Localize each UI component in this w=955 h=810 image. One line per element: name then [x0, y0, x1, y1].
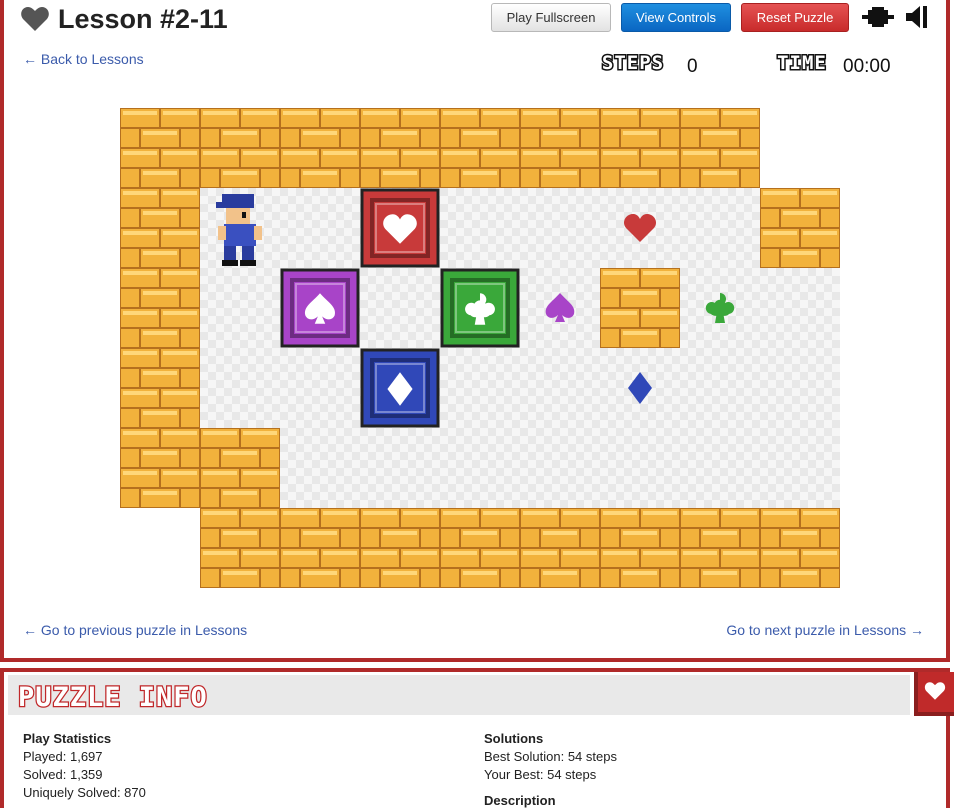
- wall-tile: [120, 108, 200, 188]
- wall-tile: [600, 508, 680, 588]
- solutions-heading: Solutions: [484, 731, 544, 746]
- spade-box[interactable]: [280, 268, 360, 348]
- play-statistics-heading: Play Statistics: [23, 731, 112, 746]
- floor-tile: [680, 188, 760, 268]
- floor-tile: [680, 428, 760, 508]
- puzzle-info-header: PUZZLE INFO: [8, 675, 910, 715]
- floor-tile: [520, 188, 600, 268]
- floor-tile: [680, 348, 760, 428]
- floor-tile: [600, 428, 680, 508]
- floor-tile: [760, 428, 840, 508]
- wall-tile: [520, 108, 600, 188]
- svg-text:STEPS: STEPS: [602, 52, 664, 74]
- wall-tile: [760, 188, 840, 268]
- floor-tile: [760, 348, 840, 428]
- wall-tile: [200, 508, 280, 588]
- floor-tile: [440, 188, 520, 268]
- heart-box[interactable]: [360, 188, 440, 268]
- uniquely-solved-count: Uniquely Solved: 870: [23, 785, 146, 800]
- wall-tile: [200, 108, 280, 188]
- puzzle-board[interactable]: [120, 108, 840, 588]
- view-controls-button[interactable]: View Controls: [621, 3, 731, 32]
- floor-tile: [440, 348, 520, 428]
- wall-tile: [280, 508, 360, 588]
- wall-tile: [680, 108, 760, 188]
- wall-tile: [440, 108, 520, 188]
- music-toggle-icon[interactable]: [860, 6, 896, 28]
- steps-value: 0: [687, 56, 698, 77]
- played-count: Played: 1,697: [23, 749, 103, 764]
- time-label: TIME: [776, 52, 828, 74]
- best-solution: Best Solution: 54 steps: [484, 749, 617, 764]
- club-box[interactable]: [440, 268, 520, 348]
- wall-tile: [120, 268, 200, 348]
- floor-tile: [760, 268, 840, 348]
- wall-tile: [360, 508, 440, 588]
- wall-tile: [760, 508, 840, 588]
- reset-puzzle-button[interactable]: Reset Puzzle: [741, 3, 849, 32]
- floor-tile: [280, 188, 360, 268]
- sound-toggle-icon[interactable]: [904, 4, 930, 30]
- page-title: Lesson #2-11: [58, 3, 228, 34]
- your-best: Your Best: 54 steps: [484, 767, 597, 782]
- diamond-box[interactable]: [360, 348, 440, 428]
- wall-tile: [360, 108, 440, 188]
- title-row: Lesson #2-11: [20, 2, 228, 36]
- wall-tile: [120, 348, 200, 428]
- wall-tile: [520, 508, 600, 588]
- svg-text:TIME: TIME: [777, 52, 827, 74]
- wall-tile: [440, 508, 520, 588]
- time-value: 00:00: [843, 56, 891, 77]
- puzzle-info-panel: PUZZLE INFO Play Statistics Played: 1,69…: [0, 668, 954, 810]
- floor-tile: [280, 348, 360, 428]
- back-to-lessons-link[interactable]: ← Back to Lessons: [23, 51, 144, 67]
- wall-tile: [600, 268, 680, 348]
- play-statistics: Play Statistics Played: 1,697 Solved: 1,…: [23, 730, 146, 802]
- favorite-heart-icon[interactable]: [20, 6, 50, 32]
- heart-icon: [924, 682, 946, 700]
- wall-tile: [120, 188, 200, 268]
- floor-tile: [440, 428, 520, 508]
- floor-tile: [360, 268, 440, 348]
- next-puzzle-link[interactable]: Go to next puzzle in Lessons →: [726, 622, 924, 638]
- wall-tile: [680, 508, 760, 588]
- previous-puzzle-link[interactable]: ← Go to previous puzzle in Lessons: [23, 622, 247, 638]
- floor-tile: [200, 268, 280, 348]
- play-fullscreen-button[interactable]: Play Fullscreen: [491, 3, 611, 32]
- floor-tile: [280, 428, 360, 508]
- steps-label: STEPS: [600, 52, 664, 74]
- wall-tile: [200, 428, 280, 508]
- description-heading: Description: [484, 793, 556, 808]
- wall-tile: [280, 108, 360, 188]
- wall-tile: [120, 428, 200, 508]
- floor-tile: [360, 428, 440, 508]
- svg-text:PUZZLE INFO: PUZZLE INFO: [18, 682, 208, 711]
- floor-tile: [520, 348, 600, 428]
- game-frame: Lesson #2-11 Play Fullscreen View Contro…: [0, 0, 950, 662]
- wall-tile: [600, 108, 680, 188]
- favorite-button[interactable]: [914, 672, 954, 716]
- solutions: Solutions Best Solution: 54 steps Your B…: [484, 730, 617, 810]
- puzzle-info-title: PUZZLE INFO: [17, 681, 208, 711]
- solved-count: Solved: 1,359: [23, 767, 103, 782]
- floor-tile: [520, 428, 600, 508]
- floor-tile: [200, 348, 280, 428]
